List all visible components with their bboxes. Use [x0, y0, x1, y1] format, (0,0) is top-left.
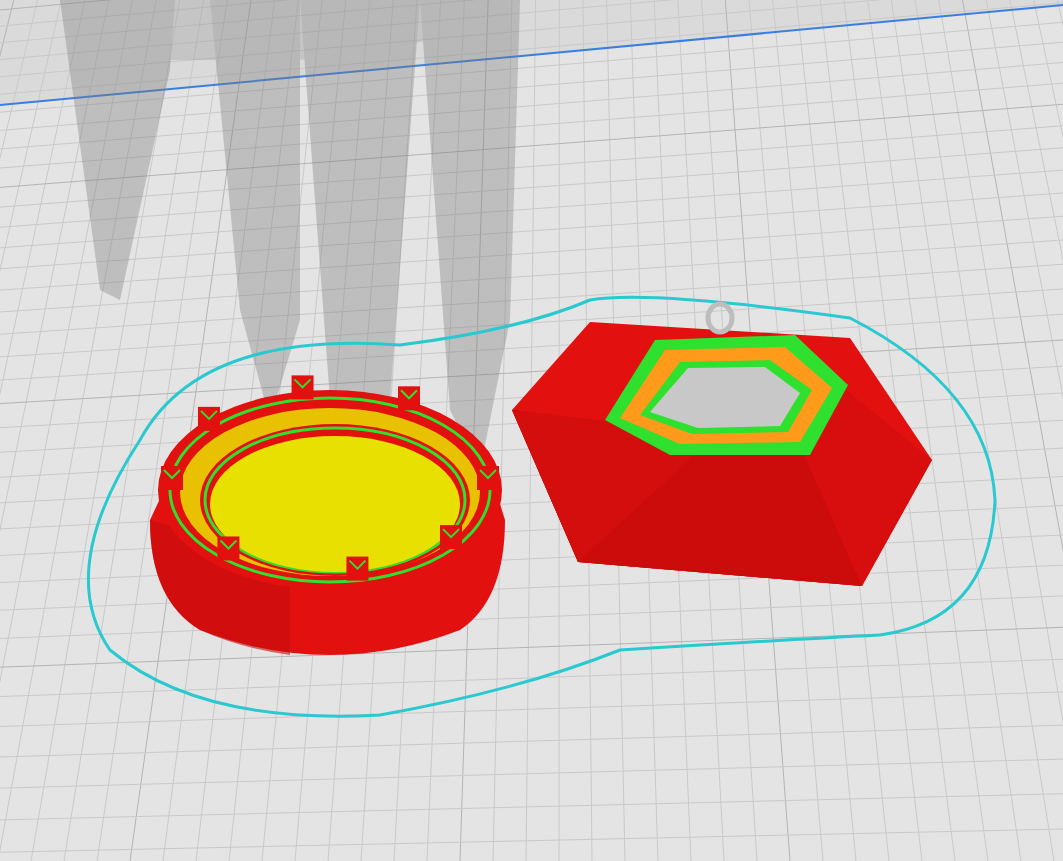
skirt-line	[88, 297, 995, 716]
slicer-viewport[interactable]	[0, 0, 1063, 861]
build-plate-grid	[0, 0, 1063, 861]
round-base-model[interactable]	[150, 375, 505, 655]
hex-cap-model[interactable]	[512, 304, 932, 586]
layer-preview-scene[interactable]	[0, 0, 1063, 861]
